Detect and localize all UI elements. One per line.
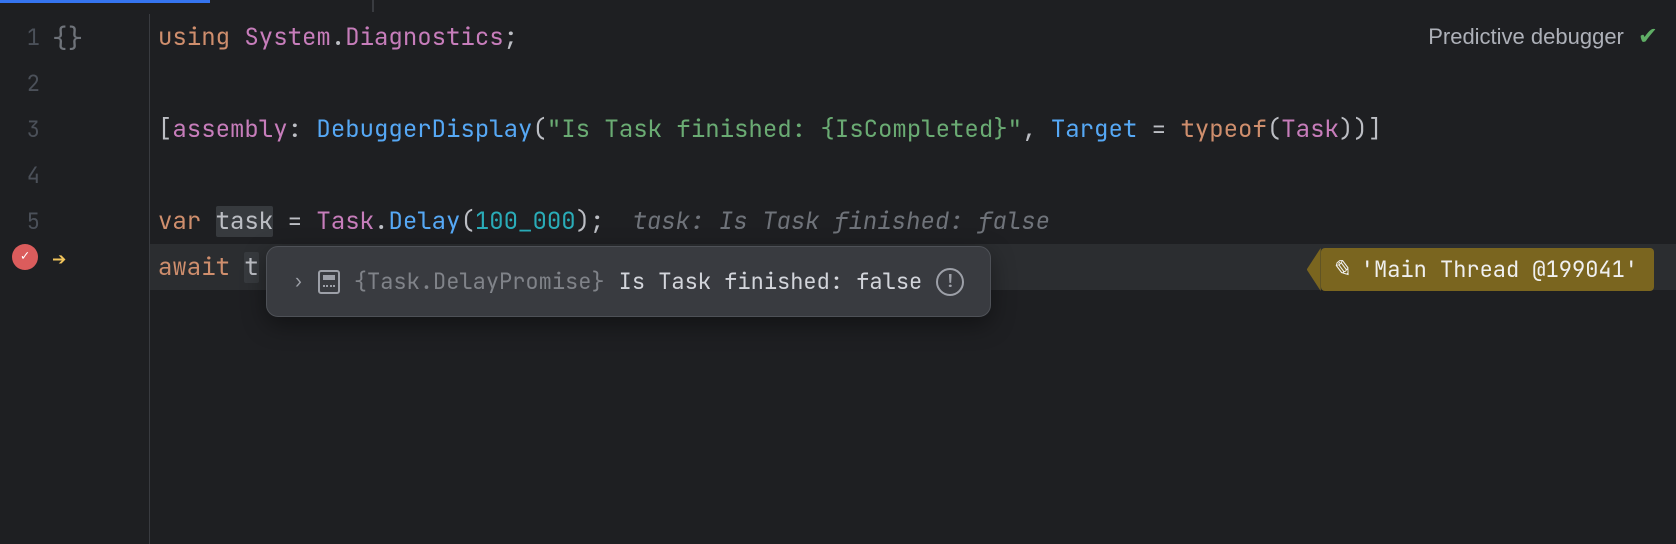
- code-line[interactable]: using System.Diagnostics;: [150, 14, 1676, 60]
- keyword: typeof: [1180, 114, 1266, 145]
- method-call: Delay: [388, 206, 460, 237]
- code-fold-icon[interactable]: {}: [52, 20, 83, 55]
- gutter-row[interactable]: 4: [0, 152, 149, 198]
- string-literal: "Is Task finished: {IsCompleted}": [547, 114, 1022, 145]
- line-number: 4: [0, 161, 44, 190]
- progress-bar: [0, 0, 210, 3]
- identifier: Diagnostics: [345, 22, 503, 53]
- line-number: 2: [0, 69, 44, 98]
- line-number: 1: [0, 23, 44, 52]
- code-line[interactable]: var task = Task.Delay(100_000);task: Is …: [150, 198, 1676, 244]
- breakpoint-icon[interactable]: ✓: [12, 244, 38, 270]
- code-line[interactable]: [150, 60, 1676, 106]
- tooltip-type-label: {Task.DelayPromise}: [354, 267, 605, 296]
- gutter-row[interactable]: 3: [0, 106, 149, 152]
- type-ref: Task: [1281, 114, 1339, 145]
- code-line[interactable]: [assembly: DebuggerDisplay("Is Task fini…: [150, 106, 1676, 152]
- alert-icon[interactable]: !: [936, 268, 964, 296]
- variable-partial: t: [244, 252, 258, 283]
- debugger-tooltip[interactable]: › {Task.DelayPromise} Is Task finished: …: [266, 246, 991, 317]
- keyword: using: [158, 22, 230, 53]
- tooltip-value-label: Is Task finished: false: [619, 267, 923, 296]
- code-line[interactable]: [150, 152, 1676, 198]
- squiggle-icon: ✎: [1331, 254, 1351, 285]
- line-number: 5: [0, 207, 44, 236]
- calculator-icon: [318, 270, 340, 294]
- gutter-row[interactable]: 1 {}: [0, 14, 149, 60]
- type-ref: Task: [316, 206, 374, 237]
- execution-arrow-icon: ➔: [52, 244, 66, 275]
- identifier: System: [244, 22, 330, 53]
- chevron-right-icon[interactable]: ›: [293, 270, 304, 293]
- keyword: await: [158, 252, 230, 283]
- breakpoint-check-icon: ✓: [21, 247, 29, 265]
- gutter-row[interactable]: 5: [0, 198, 149, 244]
- thread-badge[interactable]: ✎ 'Main Thread @199041': [1321, 248, 1654, 291]
- keyword: assembly: [172, 114, 287, 145]
- breakpoint-gutter[interactable]: ✓ ➔: [0, 244, 150, 290]
- gutter-row[interactable]: 2: [0, 60, 149, 106]
- attribute: DebuggerDisplay: [316, 114, 532, 145]
- variable: task: [216, 206, 274, 237]
- line-number: 3: [0, 115, 44, 144]
- tab-separator: [372, 0, 374, 12]
- keyword: var: [158, 206, 201, 237]
- number-literal: 100_000: [475, 206, 576, 237]
- inline-value-hint: task: Is Task finished: false: [632, 206, 1050, 237]
- thread-label: 'Main Thread @199041': [1361, 255, 1638, 284]
- named-arg: Target: [1051, 114, 1137, 145]
